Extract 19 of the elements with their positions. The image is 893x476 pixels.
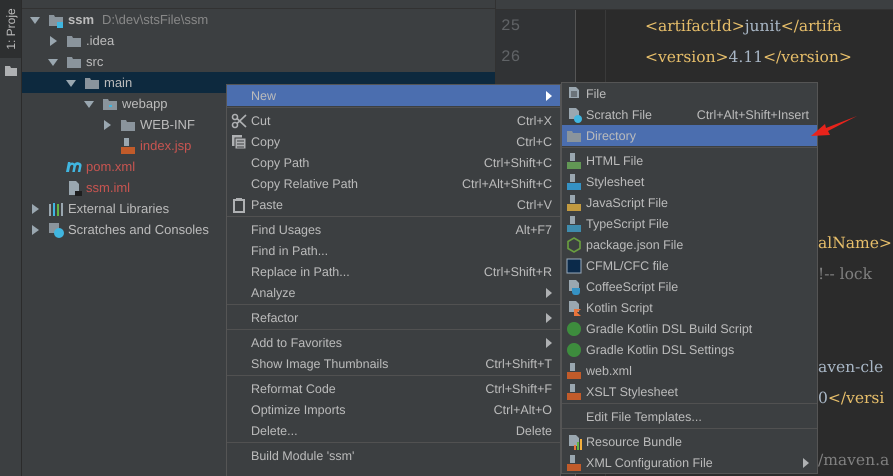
tree-item-label: webapp: [122, 96, 168, 111]
tree-item-label: ssm.iml: [86, 180, 130, 195]
code-line: <artifactId>junit</artifa: [645, 16, 842, 34]
tree-item-label: .idea: [86, 33, 114, 48]
tree-item-label: ssm: [68, 12, 94, 27]
tree-item-label: External Libraries: [68, 201, 170, 216]
tree-item-label: pom.xml: [86, 159, 136, 174]
code-line: /maven.a: [818, 450, 890, 468]
tree-item-label: Scratches and Consoles: [68, 222, 209, 237]
code-line: alName>: [818, 234, 892, 252]
code-line: <version>4.11</version>: [645, 48, 852, 66]
tree-item-label: WEB-INF: [140, 117, 195, 132]
tree-item-label: main: [104, 75, 132, 90]
tree-item-label: index.jsp: [140, 138, 192, 153]
code-line: 0</versi: [818, 388, 884, 406]
project-path: D:\dev\stsFile\ssm: [102, 12, 208, 27]
code-line: aven-cle: [818, 358, 884, 376]
tree-item-label: src: [86, 54, 104, 69]
code-line: !-- lock: [818, 264, 872, 282]
